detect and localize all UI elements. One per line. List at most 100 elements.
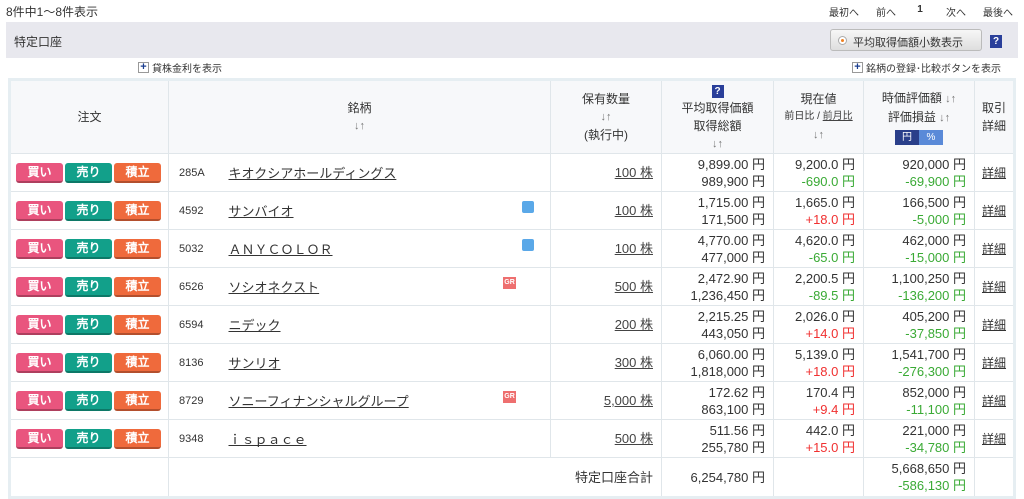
calendar-icon[interactable]: [522, 239, 534, 251]
detail-link[interactable]: 詳細: [982, 394, 1006, 408]
decimal-display-button[interactable]: 平均取得価額小数表示: [830, 29, 982, 51]
sell-button[interactable]: 売り: [65, 352, 112, 373]
empty-cell: [9, 457, 169, 498]
col-qty[interactable]: 保有数量 ↓↑ (執行中): [550, 79, 662, 154]
buy-button[interactable]: 買い: [16, 428, 63, 449]
qty-link[interactable]: 100 株: [615, 203, 653, 218]
detail-link[interactable]: 詳細: [982, 318, 1006, 332]
avg-price: 1,715.00 円: [697, 194, 765, 210]
buy-button[interactable]: 買い: [16, 238, 63, 259]
col-price[interactable]: 現在値 前日比 / 前月比 ↓↑: [773, 79, 864, 154]
sort-icon[interactable]: ↓↑: [945, 93, 956, 105]
gr-icon[interactable]: GR: [503, 391, 516, 403]
stock-name-link[interactable]: ソシオネクスト: [229, 280, 320, 295]
sell-button[interactable]: 売り: [65, 238, 112, 259]
calendar-icon[interactable]: [522, 201, 534, 213]
accumulate-button[interactable]: 積立: [114, 200, 161, 221]
sell-button[interactable]: 売り: [65, 314, 112, 335]
qty-link[interactable]: 100 株: [615, 241, 653, 256]
stock-name-link[interactable]: ニデック: [229, 318, 281, 333]
detail-link[interactable]: 詳細: [982, 280, 1006, 294]
stock-name-link[interactable]: ＡＮＹＣＯＬＯＲ: [229, 242, 333, 257]
month-ratio-toggle[interactable]: 前月比: [823, 111, 853, 122]
stock-name-link[interactable]: サンリオ: [229, 356, 281, 371]
col-avg-label: 平均取得価額: [681, 101, 754, 115]
show-lending-rate-link[interactable]: + 貸株金利を表示: [138, 60, 222, 75]
page-last[interactable]: 最後へ: [978, 4, 1018, 19]
buy-button[interactable]: 買い: [16, 352, 63, 373]
buy-button[interactable]: 買い: [16, 162, 63, 183]
stock-name-link[interactable]: サンバイオ: [229, 204, 294, 219]
percent-toggle[interactable]: %: [919, 130, 943, 145]
accumulate-button[interactable]: 積立: [114, 428, 161, 449]
accumulate-button[interactable]: 積立: [114, 352, 161, 373]
order-buttons: 買い 売り 積立: [9, 381, 169, 420]
qty-cell: 100 株: [550, 191, 662, 230]
accumulate-button[interactable]: 積立: [114, 390, 161, 411]
stock-name-link[interactable]: キオクシアホールディングス: [229, 166, 397, 181]
account-header: 特定口座 平均取得価額小数表示 ?: [6, 22, 1018, 58]
avg-cell: 2,215.25 円 443,050 円: [661, 305, 774, 344]
stock-name-link[interactable]: ソニーフィナンシャルグループ: [229, 394, 409, 409]
sort-icon[interactable]: ↓↑: [774, 126, 863, 144]
stock-name-link[interactable]: ｉｓｐａｃｅ: [229, 432, 307, 447]
detail-link[interactable]: 詳細: [982, 356, 1006, 370]
qty-link[interactable]: 200 株: [615, 317, 653, 332]
page-prev[interactable]: 前へ: [866, 4, 906, 19]
order-buttons: 買い 売り 積立: [9, 191, 169, 230]
page-next[interactable]: 次へ: [934, 4, 978, 19]
sell-button[interactable]: 売り: [65, 276, 112, 297]
value-cell: 166,500 円 -5,000 円: [863, 191, 975, 230]
day-ratio-toggle[interactable]: 前日比: [784, 111, 814, 122]
day-change: +18.0 円: [805, 363, 855, 379]
qty-link[interactable]: 300 株: [615, 355, 653, 370]
qty-cell: 500 株: [550, 419, 662, 458]
avg-cell: 172.62 円 863,100 円: [661, 381, 774, 420]
col-avg[interactable]: ? 平均取得価額 取得総額 ↓↑: [661, 79, 774, 154]
sort-icon[interactable]: ↓↑: [662, 135, 773, 153]
yen-toggle[interactable]: 円: [895, 130, 919, 145]
sell-button[interactable]: 売り: [65, 428, 112, 449]
day-change: +18.0 円: [805, 211, 855, 227]
qty-link[interactable]: 100 株: [615, 165, 653, 180]
buy-button[interactable]: 買い: [16, 390, 63, 411]
sort-icon[interactable]: ↓↑: [551, 108, 661, 126]
col-name[interactable]: 銘柄 ↓↑: [168, 79, 551, 154]
detail-link[interactable]: 詳細: [982, 166, 1006, 180]
profit-loss: -136,200 円: [898, 287, 966, 303]
col-value[interactable]: 時価評価額 ↓↑ 評価損益 ↓↑ 円%: [863, 79, 975, 154]
buy-button[interactable]: 買い: [16, 276, 63, 297]
plus-icon: +: [852, 62, 863, 73]
value-cell: 1,100,250 円 -136,200 円: [863, 267, 975, 306]
gr-icon[interactable]: GR: [503, 277, 516, 289]
table-row: 買い 売り 積立 6594 ニデック 200 株 2,215.25 円 443,050…: [9, 305, 1015, 344]
detail-cell: 詳細: [974, 381, 1015, 420]
buy-button[interactable]: 買い: [16, 200, 63, 221]
qty-link[interactable]: 500 株: [615, 279, 653, 294]
buy-button[interactable]: 買い: [16, 314, 63, 335]
detail-cell: 詳細: [974, 267, 1015, 306]
detail-link[interactable]: 詳細: [982, 242, 1006, 256]
accumulate-button[interactable]: 積立: [114, 162, 161, 183]
show-register-buttons-link[interactable]: + 銘柄の登録･比較ボタンを表示: [852, 60, 1001, 75]
sell-button[interactable]: 売り: [65, 162, 112, 183]
help-icon[interactable]: ?: [990, 35, 1002, 48]
accumulate-button[interactable]: 積立: [114, 314, 161, 335]
page-first[interactable]: 最初へ: [822, 4, 866, 19]
detail-link[interactable]: 詳細: [982, 432, 1006, 446]
sort-icon[interactable]: ↓↑: [169, 117, 550, 135]
sort-icon[interactable]: ↓↑: [939, 112, 950, 124]
price-cell: 170.4 円 +9.4 円: [773, 381, 864, 420]
qty-link[interactable]: 500 株: [615, 431, 653, 446]
detail-link[interactable]: 詳細: [982, 204, 1006, 218]
accumulate-button[interactable]: 積立: [114, 238, 161, 259]
sell-button[interactable]: 売り: [65, 200, 112, 221]
qty-cell: 5,000 株: [550, 381, 662, 420]
help-icon[interactable]: ?: [711, 85, 724, 98]
order-buttons: 買い 売り 積立: [9, 267, 169, 306]
sell-button[interactable]: 売り: [65, 390, 112, 411]
avg-cell: 6,060.00 円 1,818,000 円: [661, 343, 774, 382]
qty-link[interactable]: 5,000 株: [604, 393, 653, 408]
accumulate-button[interactable]: 積立: [114, 276, 161, 297]
stock-code: 8729: [168, 381, 229, 420]
